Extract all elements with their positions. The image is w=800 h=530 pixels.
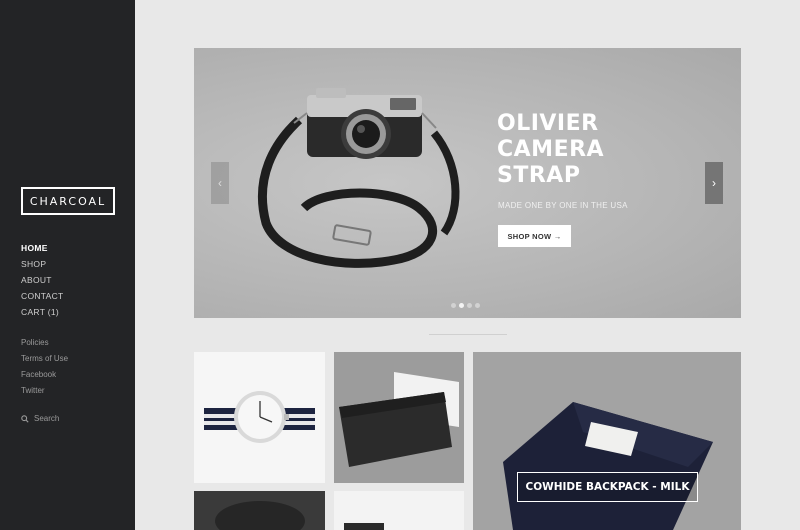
- nav-item-home[interactable]: HOME: [21, 240, 64, 256]
- backpack-image: [503, 402, 713, 530]
- watch-image: [204, 391, 315, 443]
- link-facebook[interactable]: Facebook: [21, 367, 68, 383]
- slider-dot-active[interactable]: [459, 303, 464, 308]
- chevron-left-icon: ‹: [218, 176, 222, 190]
- product-tile-dark[interactable]: [194, 491, 325, 530]
- link-terms[interactable]: Terms of Use: [21, 351, 68, 367]
- link-policies[interactable]: Policies: [21, 335, 68, 351]
- logo[interactable]: CHARCOAL: [21, 187, 115, 215]
- product-image: [215, 501, 305, 530]
- section-divider: [429, 334, 507, 335]
- product-tile-backpack[interactable]: COWHIDE BACKPACK - MILK: [473, 352, 741, 530]
- nav-item-shop[interactable]: SHOP: [21, 256, 64, 272]
- product-tile-wallet[interactable]: [334, 352, 464, 483]
- nav-item-cart[interactable]: CART (1): [21, 304, 64, 320]
- slide-title-line-3: STRAP: [497, 163, 581, 188]
- shop-now-button[interactable]: SHOP NOW →: [498, 225, 571, 247]
- product-label: COWHIDE BACKPACK - MILK: [517, 472, 698, 502]
- chevron-right-icon: ›: [712, 176, 716, 190]
- search-link[interactable]: Search: [21, 414, 59, 423]
- hero-slider: OLIVIER CAMERA STRAP MADE ONE BY ONE IN …: [194, 48, 741, 318]
- slider-dots: [451, 303, 480, 308]
- slider-dot[interactable]: [467, 303, 472, 308]
- slide-subtitle: MADE ONE BY ONE IN THE USA: [498, 201, 628, 210]
- product-tile-light[interactable]: [334, 491, 464, 530]
- search-icon: [21, 414, 29, 423]
- slide-title-line-2: CAMERA: [497, 137, 605, 162]
- secondary-nav: Policies Terms of Use Facebook Twitter: [21, 335, 68, 399]
- slider-dot[interactable]: [475, 303, 480, 308]
- nav-item-contact[interactable]: CONTACT: [21, 288, 64, 304]
- slide-title-line-1: OLIVIER: [497, 111, 599, 136]
- wallet-image: [339, 372, 459, 467]
- search-label: Search: [34, 414, 60, 423]
- product-tile-watch[interactable]: [194, 352, 325, 483]
- slider-prev-button[interactable]: ‹: [211, 162, 229, 204]
- main-nav: HOME SHOP ABOUT CONTACT CART (1): [21, 240, 64, 320]
- product-image: [344, 523, 384, 530]
- slider-next-button[interactable]: ›: [705, 162, 723, 204]
- link-twitter[interactable]: Twitter: [21, 383, 68, 399]
- slide-title: OLIVIER CAMERA STRAP: [497, 111, 697, 189]
- sidebar: CHARCOAL HOME SHOP ABOUT CONTACT CART (1…: [0, 0, 135, 530]
- slider-dot[interactable]: [451, 303, 456, 308]
- nav-item-about[interactable]: ABOUT: [21, 272, 64, 288]
